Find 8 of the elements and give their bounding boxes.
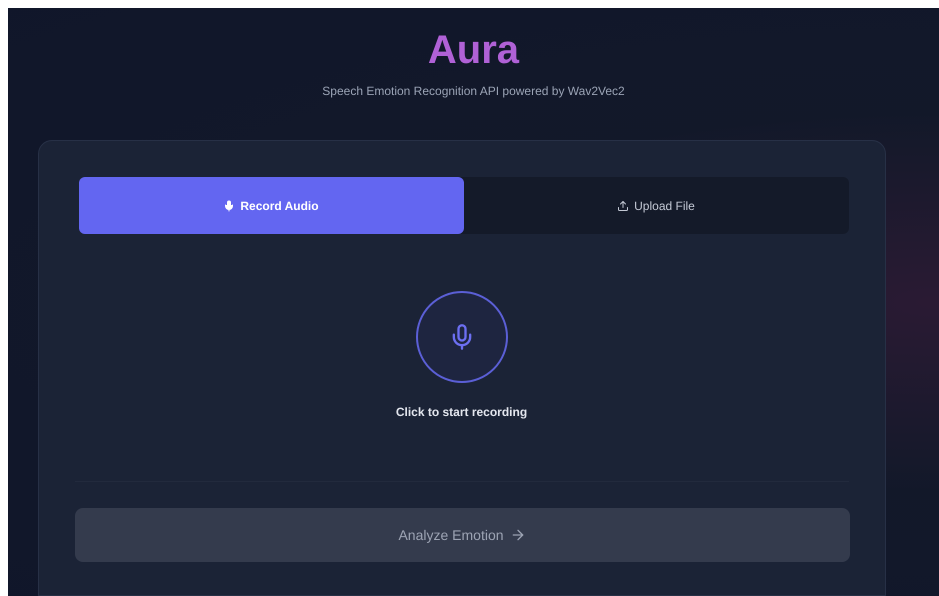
- tab[interactable]: Record Audio: [78, 177, 464, 234]
- upload-icon: [617, 200, 630, 212]
- microphone-icon: [223, 200, 236, 212]
- arrow-right-icon: [510, 527, 526, 543]
- app-subtitle: Speech Emotion Recognition API powered by Wav2Vec2: [322, 83, 625, 100]
- app-title: Aura: [428, 27, 520, 74]
- recording-hint: Click to start recording: [396, 404, 528, 421]
- tab[interactable]: Upload File: [464, 177, 848, 234]
